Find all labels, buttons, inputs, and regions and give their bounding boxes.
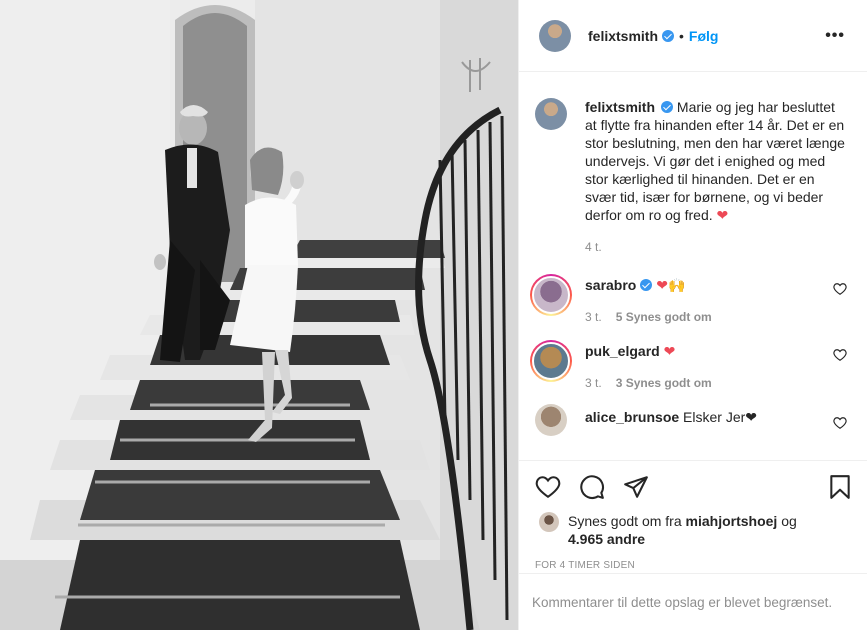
comment-avatar[interactable] [532,342,570,380]
likes-summary: Synes godt om fra miahjortshoej og 4.965… [519,512,867,548]
instagram-post-view: felixtsmith • Følg ••• felixtsmith Marie… [0,0,867,630]
comment-item: sarabro ❤🙌 3 t. 5 Synes godt om [530,274,851,324]
verified-icon [640,279,653,291]
verified-icon [661,101,674,113]
post-sidebar: felixtsmith • Følg ••• felixtsmith Marie… [518,0,867,630]
comment-likes[interactable]: 3 Synes godt om [616,376,712,390]
action-bar [519,460,867,512]
heart-icon[interactable] [833,416,847,430]
comment-avatar-ring[interactable] [530,274,572,316]
comment-time: 3 t. [585,376,602,390]
comment-text: Elsker Jer❤ [683,409,758,425]
caption: felixtsmith Marie og jeg har besluttet a… [535,98,851,254]
comment-avatar[interactable] [532,276,570,314]
post-photo[interactable] [0,0,518,630]
follow-button[interactable]: Følg [689,28,719,44]
comment-username[interactable]: sarabro [585,277,636,293]
likes-prefix: Synes godt om fra [568,513,682,529]
comment-avatar[interactable] [535,404,567,436]
separator-dot: • [679,27,684,44]
share-icon[interactable] [623,474,649,500]
caption-time: 4 t. [585,240,602,254]
comment-username[interactable]: puk_elgard [585,343,660,359]
caption-text-block: felixtsmith Marie og jeg har besluttet a… [585,98,847,224]
comment-avatar-ring[interactable] [530,340,572,382]
comment-time: 3 t. [585,310,602,324]
comment-item: puk_elgard ❤ 3 t. 3 Synes godt om [530,340,851,390]
post-timestamp[interactable]: FOR 4 TIMER SIDEN [519,560,867,571]
likes-others[interactable]: 4.965 andre [568,531,645,547]
caption-avatar[interactable] [535,98,567,130]
heart-icon[interactable] [833,282,847,296]
bookmark-icon[interactable] [827,474,853,500]
post-header: felixtsmith • Følg ••• [519,0,867,72]
liker-avatar[interactable] [539,512,559,532]
more-icon[interactable]: ••• [825,27,845,45]
liker-username[interactable]: miahjortshoej [686,513,778,529]
heart-icon[interactable] [833,348,847,362]
author-username[interactable]: felixtsmith [588,28,658,44]
staircase-photo [0,0,518,630]
heart-icon[interactable] [535,474,561,500]
comment-likes[interactable]: 5 Synes godt om [616,310,712,324]
comment-username[interactable]: alice_brunsoe [585,409,679,425]
comments-area[interactable]: felixtsmith Marie og jeg har besluttet a… [519,72,867,460]
comment-icon[interactable] [579,474,605,500]
comments-limited-notice: Kommentarer til dette opslag er blevet b… [519,573,867,630]
caption-username[interactable]: felixtsmith [585,99,655,115]
verified-icon [662,29,675,42]
caption-text: Marie og jeg har besluttet at flytte fra… [585,99,845,223]
heart-emoji: ❤ [716,207,729,223]
likes-conj: og [781,513,797,529]
comment-text: ❤🙌 [656,277,686,293]
comment-item: alice_brunsoe Elsker Jer❤ [535,404,851,436]
comment-text: ❤ [663,343,676,359]
author-avatar[interactable] [539,19,571,52]
